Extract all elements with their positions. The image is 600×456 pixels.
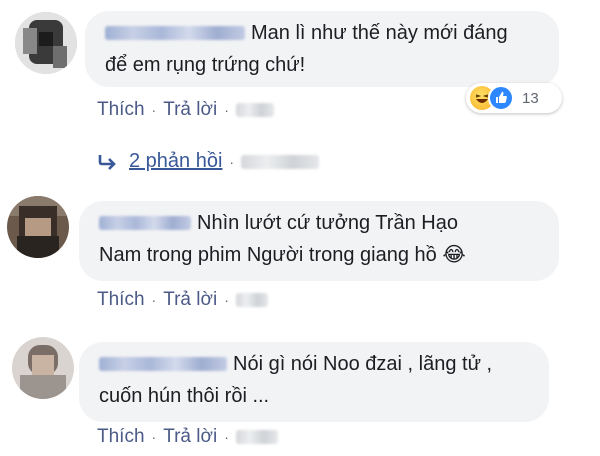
comment-bubble: Man lì như thế này mới đáng để em rụng t… [85, 11, 559, 87]
like-link[interactable]: Thích [97, 289, 145, 311]
like-thumb-icon [488, 85, 514, 111]
separator: · [151, 102, 157, 118]
separator: · [224, 429, 229, 445]
commenter-name[interactable] [99, 357, 227, 371]
comment-text: Nam trong phim Người trong giang hồ 😂 [99, 244, 466, 266]
comment-text: để em rụng trứng chứ! [105, 54, 306, 76]
commenter-name[interactable] [99, 216, 191, 230]
commenter-name[interactable] [105, 26, 245, 40]
comment-text: Nói gì nói Noo đzai , lãng tử , [233, 353, 493, 375]
comment-actions: Thích · Trả lời · [97, 426, 278, 448]
like-link[interactable]: Thích [97, 426, 145, 448]
separator: · [151, 292, 157, 308]
separator: · [224, 102, 229, 118]
comment-text: cuốn hún thôi rồi ... [99, 385, 270, 407]
comment-bubble: Nói gì nói Noo đzai , lãng tử , cuốn hún… [79, 342, 549, 422]
timestamp[interactable] [235, 430, 278, 444]
reply-link[interactable]: Trả lời [163, 99, 217, 121]
commenter-avatar[interactable] [12, 337, 74, 399]
view-replies-link[interactable]: 2 phản hồi · [97, 150, 320, 173]
reaction-summary[interactable]: 13 [466, 83, 562, 113]
timestamp[interactable] [241, 154, 320, 169]
replies-count-label[interactable]: 2 phản hồi [129, 150, 222, 172]
commenter-avatar[interactable] [15, 12, 77, 74]
reply-link[interactable]: Trả lời [163, 426, 217, 448]
like-link[interactable]: Thích [97, 99, 145, 121]
comment-actions: Thích · Trả lời · [97, 289, 268, 311]
reaction-count: 13 [522, 89, 539, 107]
separator: · [151, 429, 157, 445]
comment-text: Man lì như thế này mới đáng [251, 22, 508, 44]
timestamp[interactable] [235, 103, 274, 117]
comment-text: Nhìn lướt cứ tưởng Trần Hạo [197, 212, 458, 234]
timestamp[interactable] [235, 293, 268, 307]
reply-arrow-icon [98, 154, 116, 170]
comment-actions: Thích · Trả lời · [97, 99, 274, 121]
commenter-avatar[interactable] [7, 196, 69, 258]
comment-bubble: Nhìn lướt cứ tưởng Trần Hạo Nam trong ph… [79, 201, 559, 281]
separator: · [229, 154, 235, 170]
reply-link[interactable]: Trả lời [163, 289, 217, 311]
separator: · [224, 292, 229, 308]
